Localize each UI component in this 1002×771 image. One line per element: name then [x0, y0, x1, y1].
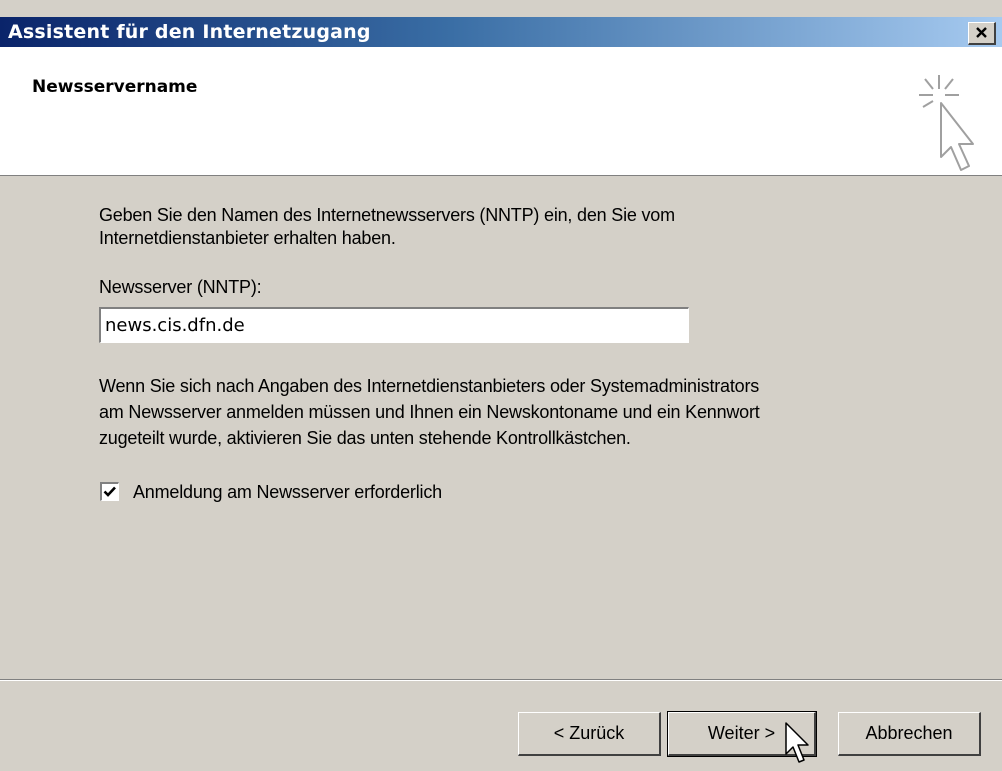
login-required-checkbox[interactable]	[100, 482, 119, 501]
close-button[interactable]	[968, 22, 996, 45]
button-separator	[0, 679, 1002, 681]
intro-text-line-2: Internetdienstanbieter erhalten haben.	[99, 228, 396, 248]
back-button[interactable]: < Zurück	[518, 712, 661, 756]
page-title: Newsservername	[32, 77, 198, 97]
info-text-line-3: zugeteilt wurde, aktivieren Sie das unte…	[99, 428, 631, 448]
intro-text-line-1: Geben Sie den Namen des Internetnewsserv…	[99, 205, 675, 225]
cancel-button[interactable]: Abbrechen	[838, 712, 981, 756]
newsserver-input[interactable]	[98, 306, 690, 344]
wizard-sparkle-cursor-icon	[919, 75, 974, 171]
checkmark-icon	[103, 486, 116, 497]
title-bar[interactable]: Assistent für den Internetzugang	[0, 17, 1002, 47]
next-button[interactable]: Weiter >	[667, 711, 817, 757]
login-required-label[interactable]: Anmeldung am Newsserver erforderlich	[133, 481, 442, 503]
close-icon	[976, 27, 987, 38]
window-title: Assistent für den Internetzugang	[8, 21, 371, 43]
info-text-line-2: am Newsserver anmelden müssen und Ihnen …	[99, 402, 760, 422]
wizard-window: Assistent für den Internetzugang Newsser…	[0, 0, 1002, 771]
newsserver-label: Newsserver (NNTP):	[99, 277, 262, 297]
info-text-line-1: Wenn Sie sich nach Angaben des Internetd…	[99, 376, 760, 396]
wizard-header: Newsservername	[0, 47, 1002, 176]
